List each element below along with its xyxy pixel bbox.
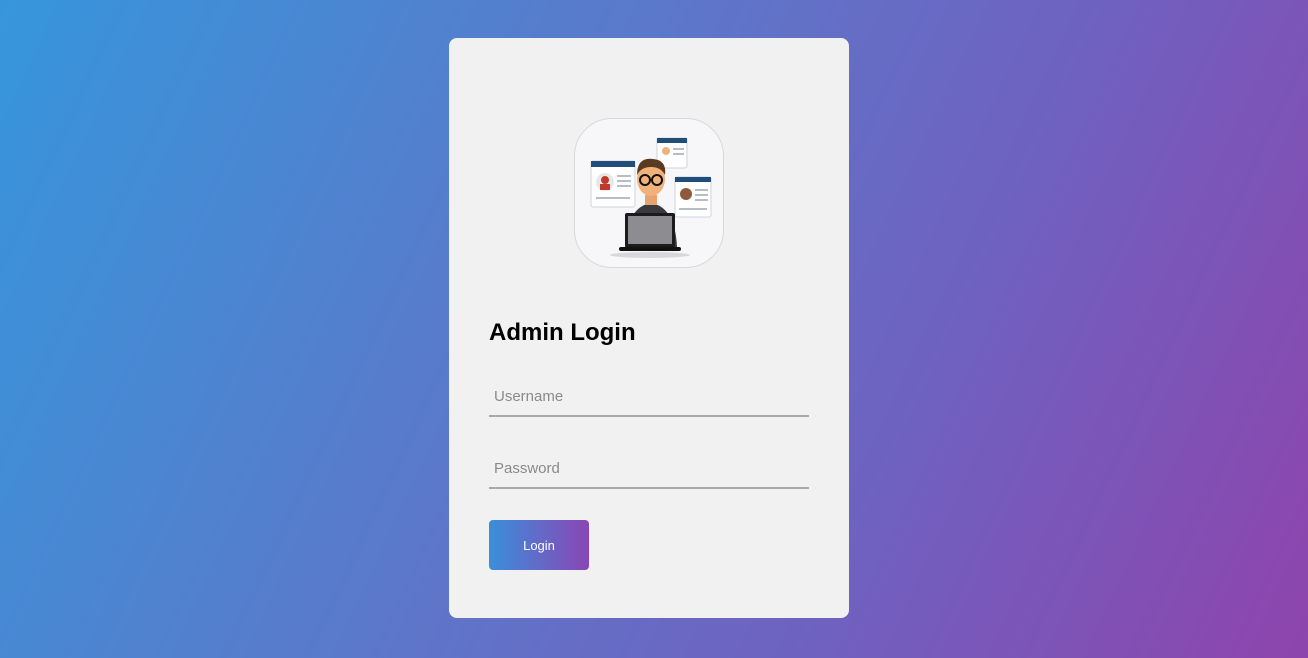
page-title: Admin Login [489, 319, 636, 346]
login-button[interactable]: Login [489, 520, 589, 570]
admin-avatar-icon [574, 118, 724, 268]
login-card: Admin Login Login [449, 38, 849, 618]
username-input[interactable] [489, 377, 809, 417]
password-input[interactable] [489, 449, 809, 489]
